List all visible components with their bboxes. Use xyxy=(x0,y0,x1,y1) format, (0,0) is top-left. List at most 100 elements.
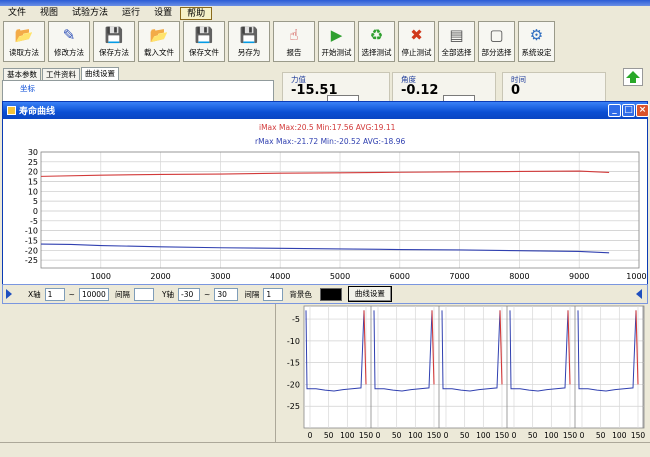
up-arrow-button[interactable] xyxy=(623,68,643,86)
toolbar-button-2[interactable]: 💾 保存方法 xyxy=(93,21,135,62)
y-tick-label: 30 xyxy=(28,148,38,157)
cycle-y-tick-label: -20 xyxy=(287,380,300,389)
chart-stats: iMax Max:20.5 Min:17.56 AVG:19.11 rMax M… xyxy=(3,121,647,149)
y-tick-label: -10 xyxy=(25,227,38,236)
life-curve-chart: 302520151050-5-10-15-20-25 1000 2000 3000 40… xyxy=(25,148,647,281)
toolbar-label: 报告 xyxy=(286,48,302,57)
toolbar-label: 保存文件 xyxy=(189,48,219,57)
toolbar-label: 另存为 xyxy=(237,48,261,57)
toolbar-label: 修改方法 xyxy=(54,48,84,57)
x-min-input[interactable]: 1 xyxy=(44,287,65,301)
toolbar-label: 开始测试 xyxy=(321,48,352,57)
toolbar-button-3[interactable]: 📂 载入文件 xyxy=(138,21,180,62)
menu-method[interactable]: 试验方法 xyxy=(66,7,114,20)
rmax-stats: rMax Max:-21.72 Min:-20.52 AVG:-18.96 xyxy=(255,137,406,146)
x-interval-input[interactable] xyxy=(133,287,154,301)
save-icon: 💾 xyxy=(104,26,124,44)
dialog-title: 寿命曲线 xyxy=(19,107,56,117)
folder-open-icon: 📂 xyxy=(149,26,169,44)
toolbar-label: 部分选择 xyxy=(481,48,512,57)
cycle-x-tick-label: 50 xyxy=(596,431,606,440)
cycle-y-tick-label: -5 xyxy=(292,315,300,324)
tab-workpiece[interactable]: 工件资料 xyxy=(42,68,80,80)
x-tick-label: 6000 xyxy=(390,272,410,281)
scroll-right-arrow-icon[interactable] xyxy=(636,289,644,299)
cycle-x-tick-label: 100 xyxy=(340,431,355,440)
refresh-icon: ♻ xyxy=(369,26,384,44)
close-button[interactable]: × xyxy=(636,104,649,117)
lower-left-pane xyxy=(2,304,276,442)
select-all-icon: ▤ xyxy=(449,26,464,44)
tab-curve-settings[interactable]: 曲线设置 xyxy=(81,67,119,80)
scroll-left-arrow-icon[interactable] xyxy=(6,289,14,299)
y-axis-label: Y轴 xyxy=(161,289,175,299)
cycle-x-tick-label: 50 xyxy=(460,431,470,440)
settings-icon: ⚙ xyxy=(529,26,544,44)
toolbar-button-11[interactable]: ▢ 部分选择 xyxy=(478,21,515,62)
menu-view[interactable]: 视图 xyxy=(34,7,64,20)
toolbar-label: 载入文件 xyxy=(144,48,174,57)
toolbar-button-12[interactable]: ⚙ 系统设定 xyxy=(518,21,555,62)
background-color-swatch[interactable] xyxy=(319,287,342,301)
maximize-button[interactable]: □ xyxy=(622,104,635,117)
life-curve-dialog: 寿命曲线 _ □ × iMax Max:20.5 Min:17.56 AVG:1… xyxy=(2,101,649,303)
toolbar-button-5[interactable]: 💾 另存为 xyxy=(228,21,270,62)
menu-settings[interactable]: 设置 xyxy=(148,7,178,20)
curve-settings-button[interactable]: 曲线设置 xyxy=(347,286,392,302)
y-range-tilde: ~ xyxy=(204,289,211,299)
group-label: 坐标 xyxy=(20,84,35,93)
toolbar-button-10[interactable]: ▤ 全部选择 xyxy=(438,21,475,62)
y-tick-label: 20 xyxy=(28,168,38,177)
menu-bar: 文件 视图 试验方法 运行 设置 帮助 xyxy=(0,6,650,20)
y-tick-label: 0 xyxy=(33,207,38,216)
edit-icon: ✎ xyxy=(62,26,76,44)
dialog-titlebar[interactable]: 寿命曲线 _ □ × xyxy=(3,102,649,119)
menu-help[interactable]: 帮助 xyxy=(180,6,213,20)
x-range-tilde: ~ xyxy=(68,289,75,299)
cycle-x-tick-label: 100 xyxy=(544,431,559,440)
y-tick-label: 5 xyxy=(33,197,38,206)
tab-basic-params[interactable]: 基本参数 xyxy=(3,68,41,80)
y-interval-input[interactable]: 1 xyxy=(263,287,284,301)
y-max-input[interactable]: 30 xyxy=(214,287,239,301)
cycle-x-tick-label: 100 xyxy=(612,431,627,440)
angle-value: -0.12 xyxy=(401,83,439,98)
y-tick-label: 25 xyxy=(28,158,38,167)
x-tick-label: 7000 xyxy=(449,272,469,281)
cycle-x-tick-label: 150 xyxy=(427,431,442,440)
toolbar-button-7[interactable]: ▶ 开始测试 xyxy=(318,21,355,62)
cycle-y-tick-label: -25 xyxy=(287,402,300,411)
cycle-curve-chart: -5-10-15-20-250 50 100 150 0 50 100 150 0 50 100 15… xyxy=(287,305,645,440)
tab-strip: 基本参数 工件资料 曲线设置 xyxy=(3,67,119,80)
toolbar-button-4[interactable]: 💾 保存文件 xyxy=(183,21,225,62)
x-tick-label: 2000 xyxy=(150,272,170,281)
toolbar-label: 系统设定 xyxy=(521,48,552,57)
cycle-x-tick-label: 0 xyxy=(308,431,313,440)
y-tick-label: -5 xyxy=(30,217,38,226)
toolbar-button-1[interactable]: ✎ 修改方法 xyxy=(48,21,90,62)
x-max-input[interactable]: 10000 xyxy=(78,287,109,301)
toolbar: 📂 读取方法 ✎ 修改方法 💾 保存方法 📂 载入文件 💾 保存文件 💾 另存为 ☝ 报告 ▶ 开始测试 ♻ 选择… xyxy=(0,20,650,64)
cycle-y-tick-label: -15 xyxy=(287,359,300,368)
time-readout: 时间 0 xyxy=(502,72,606,104)
menu-run[interactable]: 运行 xyxy=(116,7,146,20)
report-icon: ☝ xyxy=(289,26,299,44)
select-part-icon: ▢ xyxy=(489,26,504,44)
cycle-x-tick-label: 100 xyxy=(408,431,423,440)
y-tick-label: -25 xyxy=(25,256,38,265)
background-color-label: 背景色 xyxy=(289,289,312,299)
toolbar-button-9[interactable]: ✖ 停止测试 xyxy=(398,21,435,62)
toolbar-label: 保存方法 xyxy=(99,48,129,57)
toolbar-label: 选择测试 xyxy=(361,48,392,57)
up-arrow-icon xyxy=(626,71,640,83)
cycle-x-tick-label: 50 xyxy=(392,431,402,440)
toolbar-button-6[interactable]: ☝ 报告 xyxy=(273,21,315,62)
menu-file[interactable]: 文件 xyxy=(2,7,32,20)
y-min-input[interactable]: -30 xyxy=(178,287,201,301)
cycle-x-tick-label: 0 xyxy=(444,431,449,440)
toolbar-button-8[interactable]: ♻ 选择测试 xyxy=(358,21,395,62)
toolbar-button-0[interactable]: 📂 读取方法 xyxy=(3,21,45,62)
x-axis-label: X轴 xyxy=(28,289,41,299)
minimize-button[interactable]: _ xyxy=(608,104,621,117)
series-line-rMax xyxy=(40,243,610,254)
